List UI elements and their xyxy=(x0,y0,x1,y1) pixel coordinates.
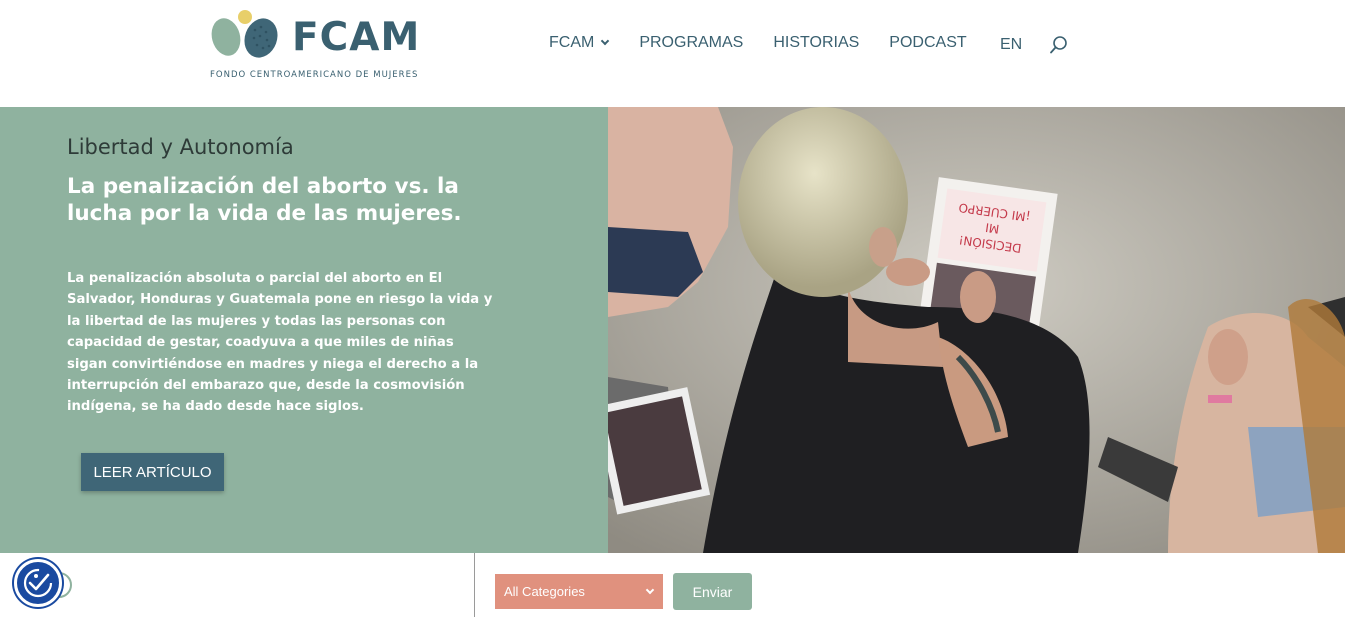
accessibility-button[interactable] xyxy=(14,559,62,607)
sign-line-2: MI xyxy=(984,220,1000,236)
hero-image: DECISIÓN! MI ¡MI CUERPO xyxy=(608,107,1345,553)
main-nav: FCAM PROGRAMAS HISTORIAS PODCAST xyxy=(549,34,967,52)
logo-mark-icon xyxy=(211,10,278,58)
hero-excerpt: La penalización absoluta o parcial del a… xyxy=(67,271,493,415)
nav-label: PODCAST xyxy=(889,34,967,51)
site-header: FCAM FONDO CENTROAMERICANO DE MUJERES FC… xyxy=(0,0,1345,107)
hero-photo-illustration: DECISIÓN! MI ¡MI CUERPO xyxy=(608,107,1345,553)
nav-item-programas[interactable]: PROGRAMAS xyxy=(639,34,743,52)
logo[interactable]: FCAM FONDO CENTROAMERICANO DE MUJERES xyxy=(209,8,449,83)
category-select-value: All Categories xyxy=(504,584,585,599)
logo-tagline: FONDO CENTROAMERICANO DE MUJERES xyxy=(210,70,419,80)
nav-item-fcam[interactable]: FCAM xyxy=(549,34,610,52)
accessibility-icon xyxy=(23,568,53,598)
submit-button[interactable]: Enviar xyxy=(673,573,752,610)
hero-category: Libertad y Autonomía xyxy=(67,135,294,159)
nav-item-podcast[interactable]: PODCAST xyxy=(889,34,966,52)
divider xyxy=(474,553,475,617)
hero-title[interactable]: La penalización del aborto vs. la lucha … xyxy=(67,173,487,227)
logo-wordmark: FCAM xyxy=(292,15,421,60)
nav-label: HISTORIAS xyxy=(773,34,860,51)
search-icon[interactable] xyxy=(1049,35,1069,55)
chevron-down-icon xyxy=(645,585,655,595)
category-select[interactable]: All Categories xyxy=(495,574,663,609)
nav-label: FCAM xyxy=(549,34,595,51)
chevron-down-icon xyxy=(601,36,610,46)
nav-item-historias[interactable]: HISTORIAS xyxy=(773,34,859,52)
language-switch[interactable]: EN xyxy=(1000,36,1022,54)
read-article-button[interactable]: LEER ARTÍCULO xyxy=(81,453,224,491)
nav-label: PROGRAMAS xyxy=(639,34,744,51)
